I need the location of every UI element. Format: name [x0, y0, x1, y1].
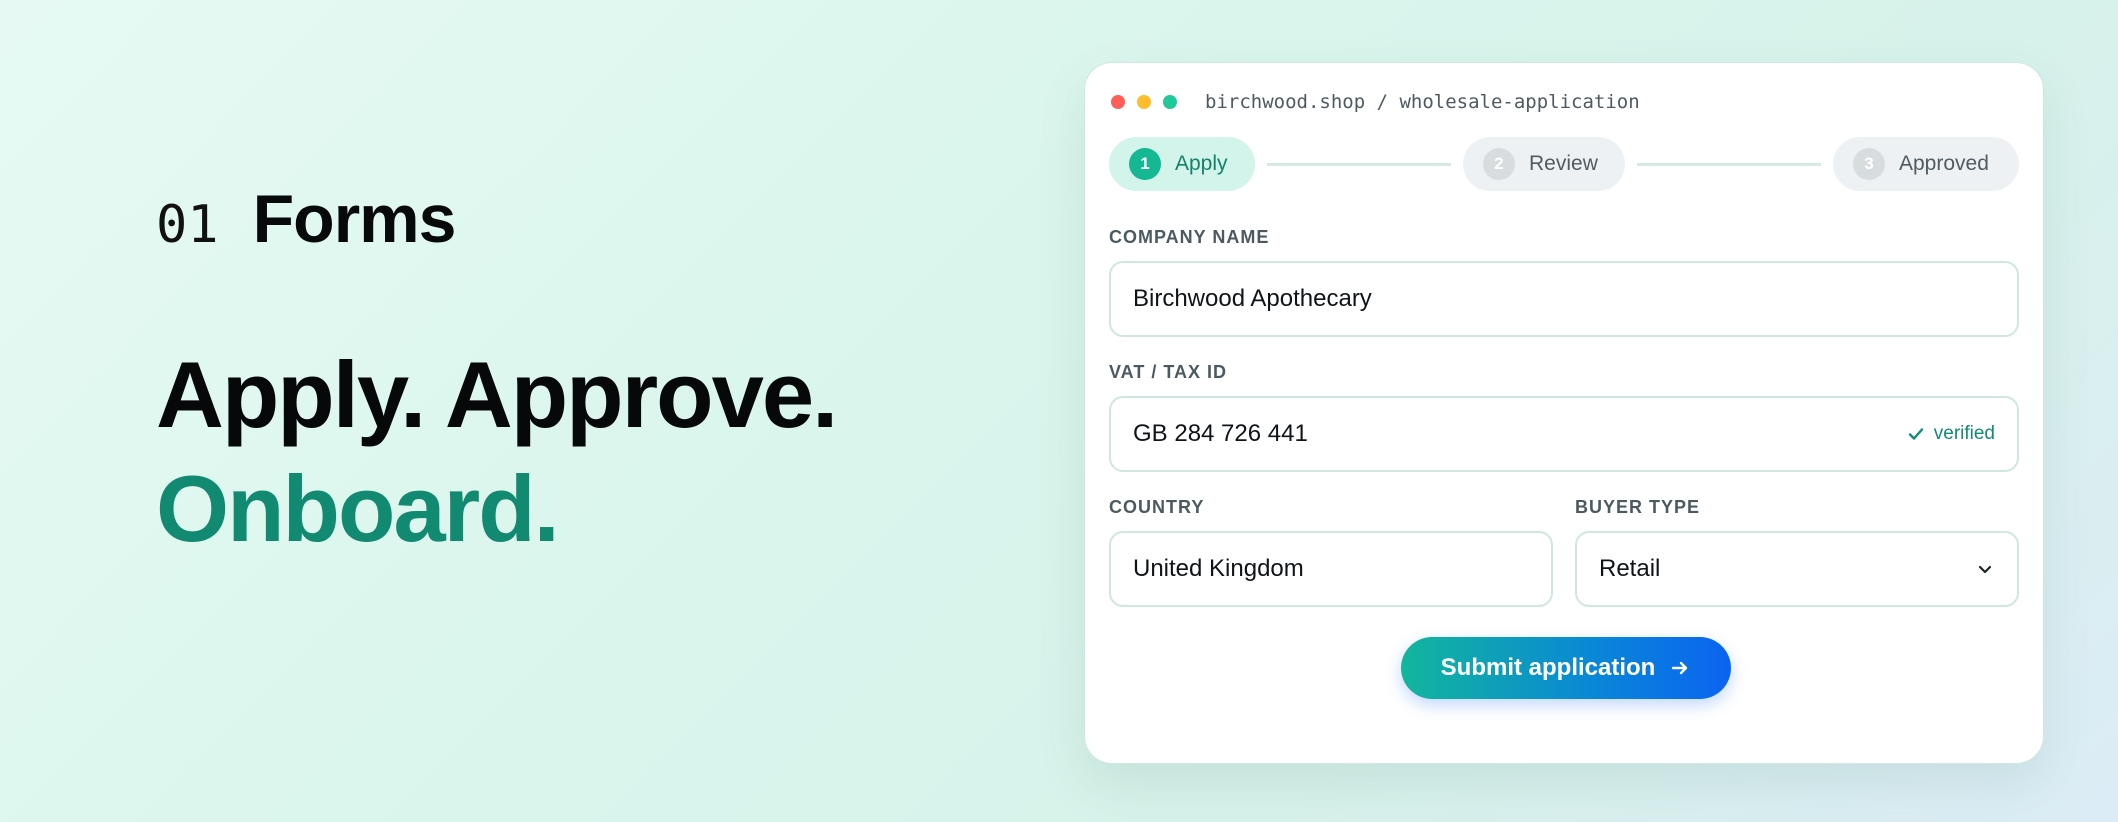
step-label: Apply [1175, 152, 1228, 175]
country-value: United Kingdom [1133, 555, 1304, 582]
verified-status: verified [1906, 423, 1995, 445]
company-name-value: Birchwood Apothecary [1133, 285, 1372, 312]
application-window: birchwood.shop / wholesale-application 1… [1084, 62, 2044, 764]
stepper: 1 Apply 2 Review 3 Approved [1109, 137, 2019, 191]
headline-line-1: Apply. Approve. [156, 342, 838, 447]
submit-application-button[interactable]: Submit application [1401, 637, 1731, 699]
step-number: 1 [1129, 148, 1161, 180]
vat-tax-id-label: VAT / TAX ID [1109, 362, 1227, 382]
company-name-label: COMPANY NAME [1109, 227, 1270, 247]
step-number: 3 [1853, 148, 1885, 180]
buyer-type-label: BUYER TYPE [1575, 497, 1701, 517]
company-name-field[interactable]: Birchwood Apothecary [1109, 261, 2019, 337]
step-connector [1637, 163, 1821, 166]
step-number: 2 [1483, 148, 1515, 180]
step-apply[interactable]: 1 Apply [1109, 137, 1255, 191]
step-label: Approved [1899, 152, 1989, 175]
buyer-type-select[interactable]: Retail [1575, 531, 2019, 607]
minimize-window-dot[interactable] [1137, 95, 1151, 109]
arrow-right-icon [1672, 661, 1688, 675]
step-review[interactable]: 2 Review [1463, 137, 1625, 191]
maximize-window-dot[interactable] [1163, 95, 1177, 109]
vat-tax-id-value: GB 284 726 441 [1133, 420, 1308, 447]
chevron-down-icon [1978, 565, 1992, 574]
step-approved[interactable]: 3 Approved [1833, 137, 2019, 191]
verified-label: verified [1933, 423, 1995, 444]
section-title: Forms [252, 181, 457, 257]
step-connector [1267, 163, 1451, 166]
country-field[interactable]: United Kingdom [1109, 531, 1553, 607]
window-titlebar: birchwood.shop / wholesale-application [1111, 91, 1640, 113]
headline: Apply. Approve. Onboard. [156, 338, 838, 566]
section-heading: 01 Forms [156, 180, 457, 258]
window-url: birchwood.shop / wholesale-application [1205, 91, 1640, 113]
section-number: 01 [156, 195, 219, 255]
step-label: Review [1529, 152, 1598, 175]
headline-line-2: Onboard. [156, 456, 560, 561]
buyer-type-value: Retail [1599, 555, 1661, 582]
close-window-dot[interactable] [1111, 95, 1125, 109]
check-icon [1908, 428, 1923, 440]
vat-tax-id-field[interactable]: GB 284 726 441 verified [1109, 396, 2019, 472]
country-label: COUNTRY [1109, 497, 1205, 517]
submit-label: Submit application [1440, 654, 1656, 681]
